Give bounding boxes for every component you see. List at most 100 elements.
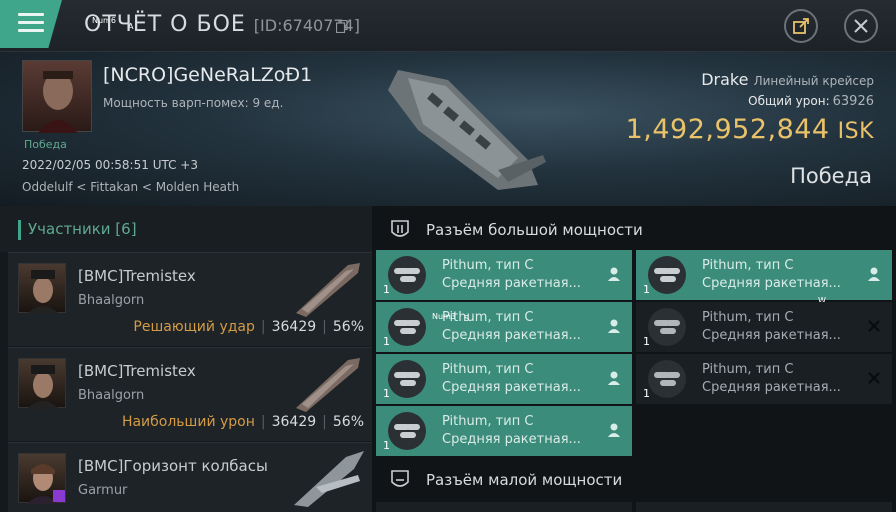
warp-scramble-strength: Мощность варп-помех: 9 ед. — [103, 96, 284, 110]
destroyed-icon — [868, 320, 880, 332]
isk-value: 1,492,952,844 ISK — [626, 114, 874, 145]
module-slot[interactable] — [636, 502, 892, 512]
pilot-icon — [608, 267, 620, 281]
pilot-face-icon — [27, 464, 65, 504]
avatar — [18, 358, 66, 409]
close-icon — [854, 19, 868, 33]
pilot-icon — [608, 371, 620, 385]
top-bar: Num6 A ОТЧЁТ О БОЕ [ID:6740774] — [0, 0, 896, 52]
module-slot[interactable]: 1 Pithum, тип C Средняя ракетная... — [376, 250, 632, 300]
module-description: Средняя ракетная... — [702, 380, 841, 395]
module-description: Средняя ракетная... — [442, 328, 581, 343]
participant-row[interactable]: [BMC]Tremistex Bhaalgorn Решающий удар | 3… — [8, 252, 372, 346]
pilot-face-icon — [27, 270, 59, 314]
participant-name: [BMC]Tremistex — [78, 267, 196, 285]
total-damage-label: Общий урон: — [748, 94, 830, 108]
ship-type[interactable]: Drake Линейный крейсер — [701, 70, 874, 89]
divider: | — [322, 319, 327, 335]
isk-amount: 1,492,952,844 — [625, 114, 830, 145]
module-name: Pithum, тип C — [702, 310, 794, 325]
participants-header[interactable]: Участники [6] — [0, 206, 372, 252]
missile-launcher-icon — [388, 256, 426, 294]
avatar — [18, 453, 66, 504]
ship-image — [294, 451, 364, 507]
high-slots-title: Разъём большой мощности — [426, 221, 643, 239]
low-slot-icon — [391, 470, 409, 487]
participant-stats: Решающий удар | 36429 | 56% — [133, 319, 364, 335]
participant-ship: Bhaalgorn — [78, 388, 145, 403]
kill-location[interactable]: Oddelulf < Fittakan < Molden Heath — [22, 180, 239, 194]
destroyed-icon — [868, 372, 880, 384]
missile-launcher-icon — [648, 308, 686, 346]
module-quantity: 1 — [643, 283, 650, 296]
copy-icon[interactable] — [336, 20, 348, 33]
module-quantity: 1 — [383, 283, 390, 296]
module-slot[interactable]: 1 Pithum, тип C Средняя ракетная... W — [636, 250, 892, 305]
participant-ship: Bhaalgorn — [78, 293, 145, 308]
missile-launcher-icon — [648, 256, 686, 294]
low-slots-header[interactable]: Разъём малой мощности — [378, 458, 896, 502]
participant-row[interactable]: [BMC]Tremistex Bhaalgorn Наибольший урон… — [8, 347, 372, 441]
module-quantity: 1 — [383, 439, 390, 452]
isk-unit: ISK — [837, 119, 874, 144]
participant-role: Решающий удар — [133, 319, 255, 335]
module-slot[interactable]: 1 Pithum, тип C Средняя ракетная... — [376, 406, 632, 456]
section-accent — [18, 220, 21, 240]
participant-percent: 56% — [332, 414, 364, 430]
key-hint-num3: Num3 — [432, 312, 456, 321]
module-name: Pithum, тип C — [442, 258, 534, 273]
module-quantity: 1 — [643, 335, 650, 348]
pilot-icon — [608, 423, 620, 437]
ship-image — [296, 358, 360, 412]
module-name: Pithum, тип C — [442, 414, 534, 429]
close-button[interactable] — [844, 9, 878, 43]
module-quantity: 1 — [643, 387, 650, 400]
key-hint-s: S — [464, 314, 470, 323]
participant-damage: 36429 — [271, 414, 317, 430]
kill-datetime: 2022/02/05 00:58:51 UTC +3 — [22, 158, 198, 172]
module-description: Средняя ракетная... — [442, 276, 581, 291]
participant-role: Наибольший урон — [121, 414, 255, 430]
total-damage-value: 63926 — [832, 94, 874, 109]
menu-icon — [18, 13, 44, 16]
menu-icon-line — [18, 29, 44, 32]
share-button[interactable] — [784, 9, 818, 43]
low-slots-title: Разъём малой мощности — [426, 471, 623, 489]
page-title-text: ОТЧЁТ О БОЕ — [84, 12, 246, 37]
module-description: Средняя ракетная... — [442, 432, 581, 447]
pilot-face-icon — [38, 71, 78, 133]
missile-launcher-icon — [648, 360, 686, 398]
total-damage: Общий урон: 63926 — [748, 94, 874, 109]
avatar — [18, 263, 66, 314]
divider: | — [260, 319, 266, 335]
missile-launcher-icon — [388, 308, 426, 346]
participant-name: [BMC]Tremistex — [78, 362, 196, 380]
victim-portrait[interactable] — [22, 60, 92, 133]
high-slots-header[interactable]: Разъём большой мощности — [378, 208, 896, 252]
module-slot[interactable]: 1 Pithum, тип C Средняя ракетная... — [636, 302, 892, 352]
divider: | — [260, 414, 266, 430]
pilot-face-icon — [27, 365, 59, 409]
share-icon — [793, 18, 809, 34]
victim-name[interactable]: [NCRO]GeNeRaLZoĐ1 — [103, 64, 312, 86]
module-slot[interactable]: 1 Pithum, тип C Средняя ракетная... — [636, 354, 892, 404]
module-quantity: 1 — [383, 335, 390, 348]
module-slot[interactable]: 1 Pithum, тип C Средняя ракетная... — [376, 354, 632, 404]
ship-class: Линейный крейсер — [753, 74, 874, 88]
module-description: Средняя ракетная... — [702, 276, 841, 291]
participants-panel: Участники [6] [BMC]Tremistex Bhaalgorn Р… — [0, 206, 372, 512]
ship-name: Drake — [701, 70, 749, 89]
participant-stats: Наибольший урон | 36429 | 56% — [122, 414, 364, 430]
missile-launcher-icon — [388, 412, 426, 450]
module-slot[interactable]: 1 Pithum, тип C Средняя ракетная... Num3… — [376, 302, 632, 352]
module-slot[interactable] — [376, 502, 632, 512]
ship-image[interactable] — [378, 60, 548, 196]
participants-title: Участники [6] — [28, 220, 137, 238]
ship-image — [296, 263, 360, 317]
participant-row[interactable]: [BMC]Горизонт колбасы Garmur — [8, 442, 372, 512]
menu-button[interactable] — [0, 0, 62, 48]
missile-launcher-icon — [388, 360, 426, 398]
pilot-icon — [868, 267, 880, 281]
divider: | — [322, 414, 327, 430]
module-name: Pithum, тип C — [702, 362, 794, 377]
